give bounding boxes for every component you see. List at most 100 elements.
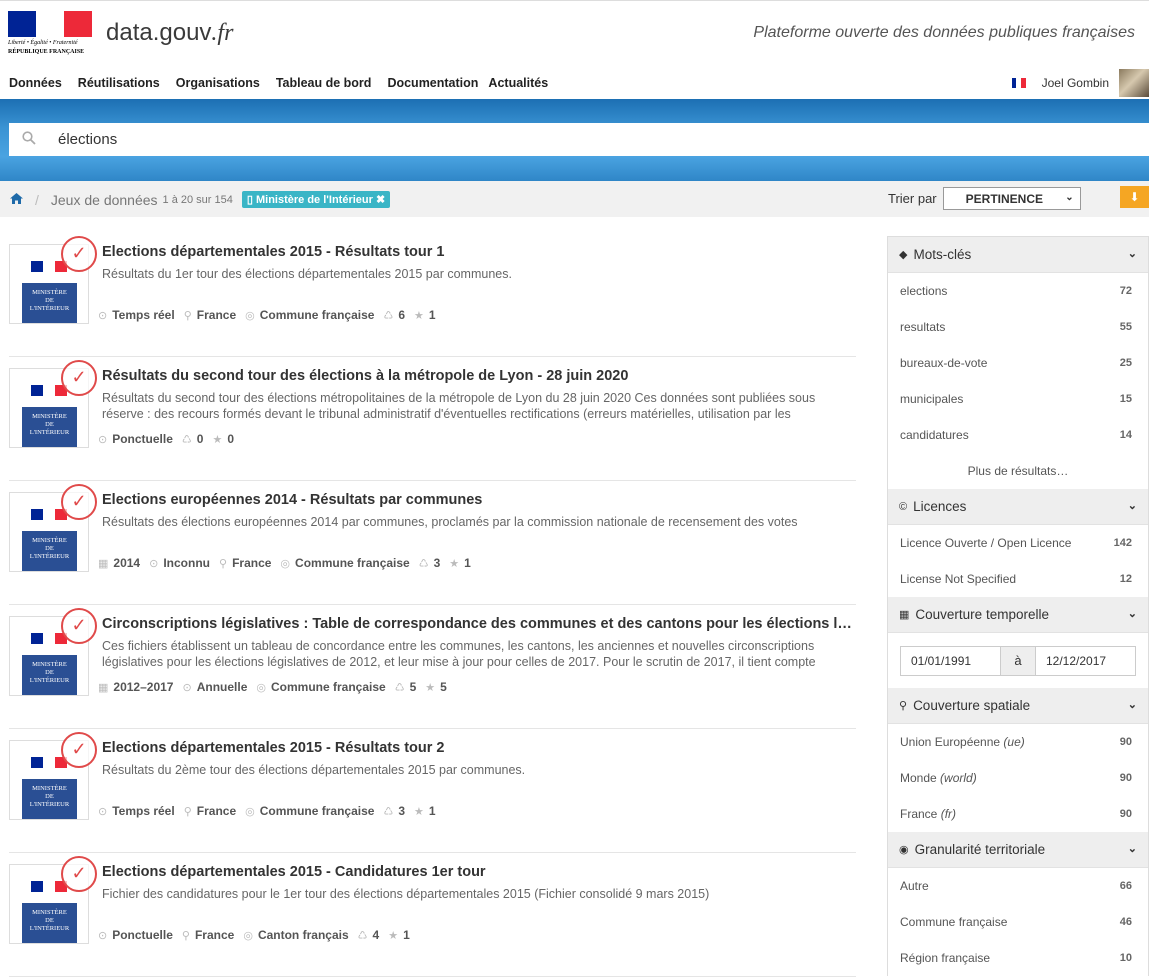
logo-flag — [31, 757, 67, 768]
site-name-main: data.gouv — [106, 19, 212, 46]
remove-filter-icon[interactable]: ✖ — [373, 194, 385, 206]
certified-seal-icon: ✓ — [61, 484, 97, 520]
logo-flag — [31, 385, 67, 396]
facet-count: 15 — [1119, 393, 1132, 405]
meta-value: Canton français — [257, 928, 349, 942]
location-icon: ⚲ — [219, 557, 228, 570]
meta-value: 0 — [227, 432, 235, 446]
clock-icon: ⊙ — [182, 681, 192, 694]
dataset-meta: ⊙ Temps réel ⚲ France ◎ Commune française ♺ 3 ★ 1 — [98, 804, 445, 818]
facet-item[interactable]: Union Européenne (ue) 90 — [888, 724, 1148, 760]
nav-organisations[interactable]: Organisations — [176, 76, 260, 90]
chevron-down-icon: ⌄ — [1127, 699, 1137, 711]
recycle-icon: ♺ — [418, 557, 429, 570]
facet-item[interactable]: Autre 66 — [888, 868, 1148, 904]
meta-value: 1 — [428, 804, 436, 818]
facet-item[interactable]: Région française 10 — [888, 940, 1148, 976]
dataset-title[interactable]: Elections européennes 2014 - Résultats p… — [102, 492, 854, 508]
sort-select[interactable]: PERTINENCE ⌄ — [942, 187, 1081, 210]
star-icon: ★ — [388, 929, 399, 942]
dataset-card[interactable]: MINISTÈRE DE L'INTÉRIEUR ✓ Résultats du seco… — [9, 357, 856, 481]
dataset-description: Résultats du 2ème tour des élections dép… — [102, 763, 526, 777]
facet-item[interactable]: Monde (world) 90 — [888, 760, 1148, 796]
facet-count: 46 — [1119, 916, 1132, 928]
date-to-input[interactable]: 12/12/2017 — [1035, 645, 1136, 676]
user-name[interactable]: Joel Gombin — [1042, 76, 1109, 90]
search-input[interactable] — [58, 131, 958, 148]
facet-header-keywords[interactable]: ◆ Mots-clés ⌄ — [888, 237, 1148, 273]
breadcrumb-section[interactable]: Jeux de données — [51, 192, 158, 208]
facet-label: License Not Specified — [900, 572, 1017, 586]
facet-label: Région française — [900, 951, 991, 965]
dataset-card[interactable]: MINISTÈRE DE L'INTÉRIEUR ✓ Circonscriptions … — [9, 605, 856, 729]
meta-value: Inconnu — [163, 556, 210, 570]
filter-tag[interactable]: ▯ Ministère de l'Intérieur ✖ — [241, 191, 391, 208]
clock-icon: ⊙ — [98, 805, 108, 818]
meta-value: Commune française — [259, 804, 375, 818]
facet-item[interactable]: France (fr) 90 — [888, 796, 1148, 832]
facet-item[interactable]: bureaux-de-vote 25 — [888, 345, 1148, 381]
facet-item[interactable]: candidatures 14 — [888, 417, 1148, 453]
date-separator: à — [1001, 645, 1035, 676]
search-icon[interactable] — [9, 131, 49, 148]
site-name[interactable]: data.gouv.fr — [106, 19, 233, 47]
user-menu[interactable]: Joel Gombin — [1011, 69, 1149, 97]
location-icon: ⚲ — [181, 929, 190, 942]
dataset-title[interactable]: Résultats du second tour des élections à… — [102, 368, 854, 384]
meta-value: 4 — [372, 928, 380, 942]
user-avatar[interactable] — [1119, 69, 1149, 97]
dataset-title[interactable]: Elections départementales 2015 - Résulta… — [102, 244, 854, 260]
nav-donnees[interactable]: Données — [9, 76, 62, 90]
facet-label: bureaux-de-vote — [900, 356, 988, 370]
nav-reutilisations[interactable]: Réutilisations — [78, 76, 160, 90]
meta-value: France — [194, 928, 235, 942]
calendar-icon: ▦ — [899, 609, 910, 621]
search-banner — [0, 99, 1149, 181]
date-from-input[interactable]: 01/01/1991 — [900, 645, 1001, 676]
facet-code: (fr) — [940, 807, 957, 821]
meta-value: France — [196, 308, 237, 322]
dataset-title[interactable]: Elections départementales 2015 - Résulta… — [102, 740, 854, 756]
facet-header-licences[interactable]: © Licences ⌄ — [888, 489, 1148, 525]
nav-tableau-de-bord[interactable]: Tableau de bord — [276, 76, 372, 90]
nav-documentation[interactable]: Documentation — [387, 76, 478, 90]
facet-item[interactable]: License Not Specified 12 — [888, 561, 1148, 597]
facet-header-granularity[interactable]: ◉ Granularité territoriale ⌄ — [888, 832, 1148, 868]
clock-icon: ⊙ — [98, 309, 108, 322]
logo-text: MINISTÈRE DE L'INTÉRIEUR — [22, 903, 77, 933]
facet-code: (ue) — [1003, 735, 1025, 749]
facet-item[interactable]: elections 72 — [888, 273, 1148, 309]
logo-text: MINISTÈRE DE L'INTÉRIEUR — [22, 655, 77, 685]
dataset-title[interactable]: Elections départementales 2015 - Candida… — [102, 864, 854, 880]
meta-value: 1 — [403, 928, 410, 942]
more-results-link[interactable]: Plus de résultats… — [888, 453, 1148, 489]
dataset-card[interactable]: MINISTÈRE DE L'INTÉRIEUR ✓ Elections départe… — [9, 853, 856, 977]
facet-item[interactable]: municipales 15 — [888, 381, 1148, 417]
language-flag-icon[interactable] — [1011, 78, 1026, 88]
chevron-down-icon: ⌄ — [1127, 500, 1137, 512]
logo-line: MINISTÈRE — [32, 289, 67, 296]
facet-header-spatial[interactable]: ⚲ Couverture spatiale ⌄ — [888, 688, 1148, 724]
sort-value: PERTINENCE — [965, 191, 1043, 206]
facet-item[interactable]: resultats 55 — [888, 309, 1148, 345]
facet-title: Mots-clés — [913, 247, 972, 262]
dataset-card[interactable]: MINISTÈRE DE L'INTÉRIEUR ✓ Elections europée… — [9, 481, 856, 605]
breadcrumb: / Jeux de données 1 à 20 sur 154 ▯ Minis… — [10, 191, 391, 208]
download-button[interactable]: ⬇ — [1120, 186, 1149, 208]
star-icon: ★ — [425, 681, 436, 694]
dataset-card[interactable]: MINISTÈRE DE L'INTÉRIEUR ✓ Elections départe… — [9, 729, 856, 853]
nav-actualites[interactable]: Actualités — [488, 76, 548, 90]
dataset-card[interactable]: MINISTÈRE DE L'INTÉRIEUR ✓ Elections départe… — [9, 233, 856, 357]
calendar-icon: ▦ — [98, 681, 109, 694]
logo-text: MINISTÈRE DE L'INTÉRIEUR — [22, 283, 77, 313]
marianne-logo[interactable]: Liberté • Égalité • Fraternité RÉPUBLIQU… — [8, 11, 92, 58]
home-icon[interactable] — [10, 192, 23, 207]
facet-count: 25 — [1119, 357, 1132, 369]
facet-item[interactable]: Licence Ouverte / Open Licence 142 — [888, 525, 1148, 561]
facet-header-temporal[interactable]: ▦ Couverture temporelle ⌄ — [888, 597, 1148, 633]
facet-item[interactable]: Commune française 46 — [888, 904, 1148, 940]
chevron-down-icon: ⌄ — [1065, 192, 1074, 203]
dataset-description: Résultats du second tour des élections m… — [102, 391, 816, 421]
logo-motto: Liberté • Égalité • Fraternité — [8, 40, 78, 46]
dataset-title[interactable]: Circonscriptions législatives : Table de… — [102, 616, 854, 632]
